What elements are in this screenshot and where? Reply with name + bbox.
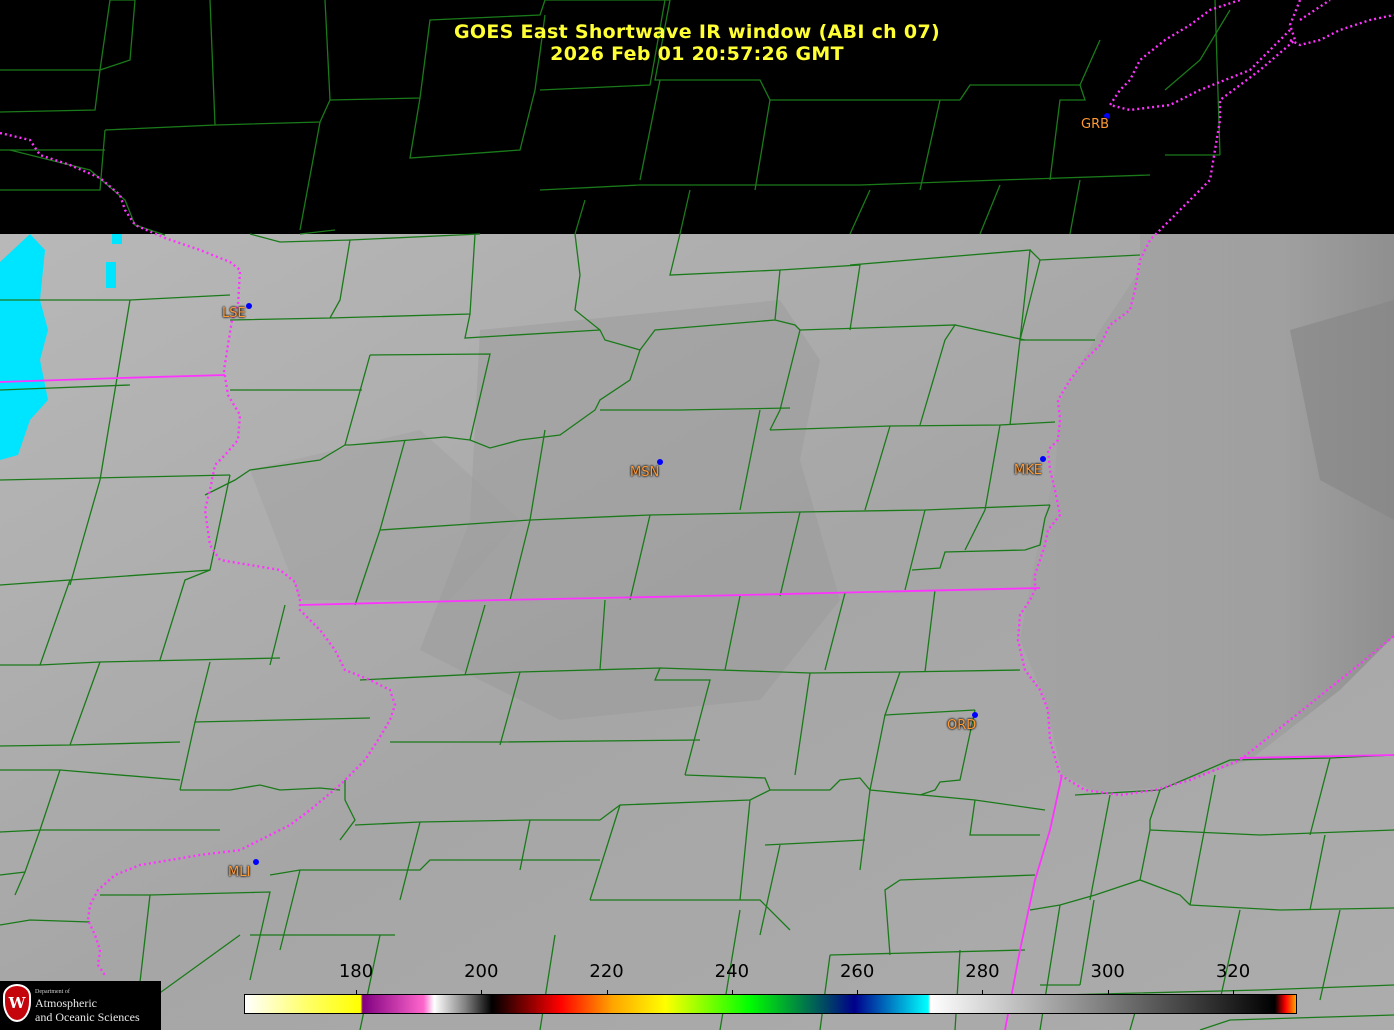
map-title: GOES East Shortwave IR window (ABI ch 07… xyxy=(454,21,940,43)
station-label-grb: GRB xyxy=(1081,117,1110,132)
station-label-lse: LSE xyxy=(222,306,246,321)
colorbar-tick-mark xyxy=(1107,990,1109,995)
station-label-ord: ORD xyxy=(947,718,977,733)
colorbar-tick-label: 300 xyxy=(1090,961,1125,982)
colorbar-tick-mark xyxy=(982,990,984,995)
colorbar-tick-mark xyxy=(1233,990,1234,995)
cold-cloud-dot-2 xyxy=(112,234,122,244)
aos-logo: W Department of Atmospheric and Oceanic … xyxy=(0,981,161,1030)
mli-station-marker xyxy=(253,859,259,865)
colorbar-tick-mark xyxy=(857,990,859,995)
temperature-colorbar xyxy=(244,994,1297,1014)
map-timestamp: 2026 Feb 01 20:57:26 GMT xyxy=(550,43,844,65)
station-label-mli: MLI xyxy=(228,865,251,880)
colorbar-tick-label: 220 xyxy=(589,961,624,982)
mke-station-marker xyxy=(1040,456,1046,462)
colorbar-tick-mark xyxy=(606,990,608,995)
colorbar-tick-label: 260 xyxy=(839,961,875,982)
colorbar-tick-label: 320 xyxy=(1215,961,1251,982)
cold-cloud-dot xyxy=(106,262,116,288)
colorbar-tick-mark xyxy=(481,990,483,995)
colorbar-tick-mark xyxy=(356,990,357,995)
colorbar-tick-mark xyxy=(731,990,733,995)
station-label-msn: MSN xyxy=(630,465,660,480)
logo-line-1: Atmospheric xyxy=(35,996,97,1010)
colorbar-tick-label: 180 xyxy=(338,961,374,982)
logo-line-2: and Oceanic Sciences xyxy=(35,1010,140,1024)
lse-station-marker xyxy=(246,303,252,309)
colorbar-tick-label: 200 xyxy=(464,961,499,982)
colorbar-tick-label: 240 xyxy=(714,961,750,982)
colorbar-tick-label: 280 xyxy=(965,961,1000,982)
uw-crest-icon: W xyxy=(3,984,31,1022)
satellite-map xyxy=(0,0,1394,1030)
logo-dept-text: Department of xyxy=(35,989,70,995)
station-label-mke: MKE xyxy=(1014,463,1042,478)
